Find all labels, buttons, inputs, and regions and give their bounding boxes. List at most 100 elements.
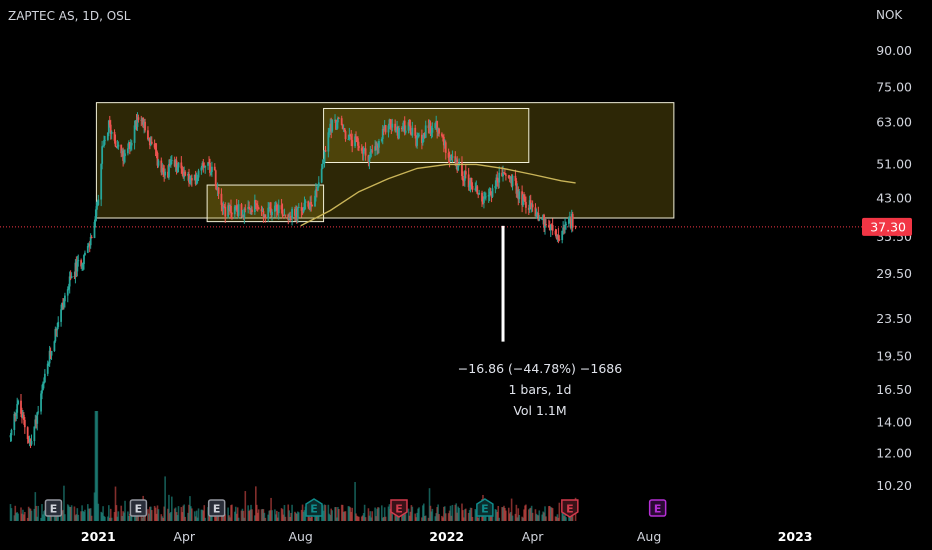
price-axis-tick: 51.00 [876,156,912,171]
volume-bar [551,508,554,521]
volume-bar [284,516,287,521]
candle-body [409,125,412,134]
candle-body [190,178,193,181]
symbol-title[interactable]: ZAPTEC AS, 1D, OSL [8,9,130,23]
candle-body [271,211,273,216]
candle-body [254,200,257,204]
candle-body [23,419,26,428]
volume-bar [558,502,561,521]
price-axis-tick: 19.50 [876,348,912,363]
candle-body [324,150,327,152]
candle-body [37,411,40,413]
candle-body [337,117,340,119]
earnings-badge[interactable]: E [207,499,226,517]
volume-bar [444,513,447,521]
candle-body [391,123,394,128]
volume-bar [184,516,186,521]
volume-bar [344,511,347,521]
volume-bar [364,517,367,521]
measure-line[interactable] [501,225,505,342]
volume-bar [237,517,240,521]
price-axis-tick: 16.50 [876,382,912,397]
candle-body [551,225,554,231]
candle-body [317,182,320,187]
volume-bar [244,491,247,521]
price-axis[interactable]: 90.0075.0063.0051.0043.0035.5029.5023.50… [876,43,912,493]
badge-label: E [50,503,58,516]
volume-bar [297,512,300,521]
volume-bar [10,508,13,521]
volume-bar [511,515,514,521]
volume-bar [77,514,80,521]
candle-body [284,214,287,216]
candle-body [101,146,104,164]
candle-body [378,140,380,148]
candle-body [114,140,117,147]
volume-bar [525,504,527,521]
candle-body [414,127,417,136]
volume-bar [90,515,93,521]
volume-bar [251,509,253,521]
candle-body [60,309,62,322]
volume-bar [464,508,467,521]
candle-body [64,295,66,302]
candle-body [157,160,160,166]
badge-label: E [310,503,318,516]
candle-body [117,144,120,147]
candle-body [321,163,324,169]
volume-bar [331,510,333,521]
candle-body [84,252,86,256]
earnings-badge[interactable]: E [305,498,323,517]
volume-bar [311,516,313,521]
candle-body [491,188,494,197]
candle-body [384,125,387,133]
candle-body [504,174,507,176]
volume-bar [117,511,120,521]
price-axis-tick: 75.00 [876,79,912,94]
volume-bar [338,509,340,521]
earnings-badge[interactable]: E [476,498,494,517]
price-axis-tick: 29.50 [876,266,912,281]
price-axis-tick: 14.00 [876,415,912,430]
candle-body [320,168,323,183]
candle-body [230,206,232,214]
earnings-badge[interactable]: E [648,499,667,517]
time-axis[interactable]: 2021 Apr Aug 2022 Apr Aug 2023 [81,529,813,544]
candle-body [16,404,19,413]
candle-body [444,142,447,153]
volume-bar [150,510,153,521]
candle-body [531,204,534,208]
volume-bar [358,516,360,521]
candle-body [41,390,43,394]
volume-bar [271,510,273,521]
measure-change-label: −16.86 (−44.78%) −1686 [457,361,623,376]
candle-body [464,171,467,175]
volume-bar [37,505,39,521]
candle-body [150,141,153,144]
candle-body [525,201,527,208]
candle-body [214,170,217,187]
candle-body [281,209,284,216]
earnings-badge[interactable]: E [129,499,148,517]
badge-label: E [481,503,489,516]
candle-body [498,172,501,183]
candle-body [237,204,240,216]
volume-bar [257,509,260,521]
volume-bar [171,496,173,521]
volume-bar [84,509,86,521]
earnings-badge[interactable]: E [44,499,63,517]
candle-body [124,153,126,157]
candle-body [197,170,200,178]
volume-bar [424,515,427,521]
candle-body [43,373,46,383]
candle-body [217,187,220,194]
candle-body [277,205,280,214]
candle-body [538,219,541,221]
candle-body [257,207,260,210]
last-price-tag: 37.30 [862,217,912,236]
price-chart[interactable]: EEEEEEEE 90.0075.0063.0051.0043.0035.502… [0,0,932,550]
candle-body [558,239,561,241]
candle-body [404,130,407,133]
candle-body [476,186,479,194]
volume-bar [124,500,126,521]
